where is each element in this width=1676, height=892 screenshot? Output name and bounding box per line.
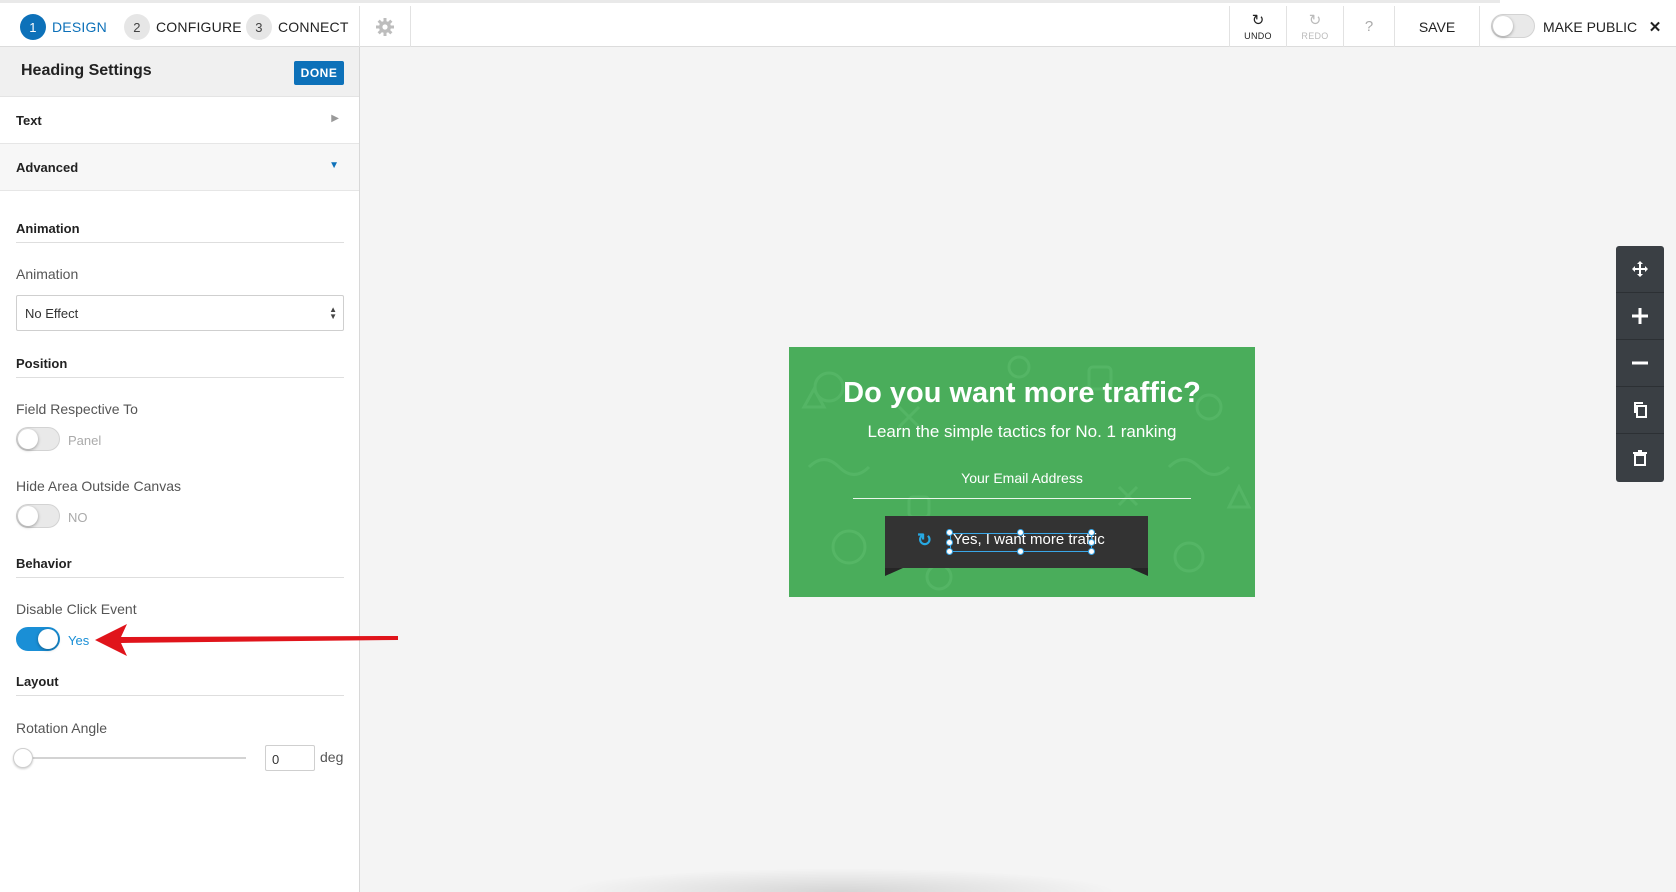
- accordion-text[interactable]: Text ▶: [0, 97, 359, 144]
- done-button[interactable]: DONE: [294, 61, 344, 85]
- move-icon: [1632, 261, 1648, 277]
- annotation-arrow-icon: [95, 624, 398, 656]
- step-label: CONFIGURE: [156, 19, 242, 35]
- duplicate-icon: [1634, 402, 1647, 418]
- section-divider: [16, 242, 344, 243]
- toggle-knob: [18, 506, 38, 526]
- field-respective-toggle[interactable]: [16, 427, 60, 451]
- optin-form-preview[interactable]: Do you want more traffic? Learn the simp…: [789, 347, 1255, 597]
- refresh-icon: ↻: [917, 530, 933, 550]
- ribbon-tail-left: [885, 568, 903, 576]
- resize-handle[interactable]: [1088, 539, 1095, 546]
- optin-subheading[interactable]: Learn the simple tactics for No. 1 ranki…: [789, 422, 1255, 442]
- disable-click-label: Disable Click Event: [16, 601, 137, 617]
- top-border-strip: [0, 0, 1500, 3]
- section-title-behavior: Behavior: [16, 556, 72, 571]
- toggle-knob: [38, 629, 58, 649]
- step-number: 1: [20, 14, 46, 40]
- toolbar-divider: [1479, 6, 1480, 47]
- animation-label: Animation: [16, 266, 79, 282]
- rotation-unit: deg: [320, 749, 344, 765]
- minus-icon: [1632, 361, 1648, 365]
- step-connect[interactable]: 3 CONNECT: [246, 14, 349, 40]
- animation-select[interactable]: No Effect ▲ ▼: [16, 295, 344, 331]
- section-title-layout: Layout: [16, 674, 59, 689]
- delete-button[interactable]: [1616, 434, 1664, 481]
- hide-area-value: NO: [68, 510, 88, 525]
- redo-icon: ↻: [1308, 11, 1322, 29]
- element-tools: [1616, 246, 1664, 482]
- panel-title: Heading Settings: [21, 62, 152, 79]
- settings-button[interactable]: [360, 6, 410, 47]
- section-divider: [16, 695, 344, 696]
- resize-handle[interactable]: [946, 548, 953, 555]
- disable-click-toggle[interactable]: [16, 627, 60, 651]
- canvas-shadow: [560, 868, 1120, 892]
- toolbar-divider: [410, 6, 411, 47]
- help-icon: ?: [1364, 18, 1374, 35]
- section-title-position: Position: [16, 356, 68, 371]
- make-public-label: MAKE PUBLIC: [1543, 19, 1638, 35]
- help-button[interactable]: ?: [1344, 6, 1394, 47]
- duplicate-button[interactable]: [1616, 387, 1664, 434]
- move-button[interactable]: [1616, 246, 1664, 293]
- step-label: CONNECT: [278, 19, 349, 35]
- toggle-knob: [18, 429, 38, 449]
- hide-area-toggle[interactable]: [16, 504, 60, 528]
- close-button[interactable]: ✕: [1640, 6, 1670, 47]
- plus-icon: [1632, 308, 1648, 324]
- resize-handle[interactable]: [1017, 529, 1024, 536]
- resize-handle[interactable]: [1088, 529, 1095, 536]
- accordion-advanced[interactable]: Advanced ▼: [0, 144, 359, 191]
- undo-label: UNDO: [1244, 30, 1272, 41]
- field-respective-value: Panel: [68, 433, 102, 448]
- rotation-slider-handle[interactable]: [13, 748, 33, 768]
- close-icon: ✕: [1648, 18, 1662, 36]
- rotation-input-value: 0: [272, 752, 280, 767]
- section-title-animation: Animation: [16, 221, 80, 236]
- field-respective-label: Field Respective To: [16, 401, 138, 417]
- panel-header: Heading Settings DONE: [0, 47, 359, 97]
- disable-click-value: Yes: [68, 633, 90, 648]
- save-label: SAVE: [1418, 18, 1456, 35]
- heading-settings-panel: Heading Settings DONE Text ▶ Advanced ▼ …: [0, 47, 360, 892]
- accordion-label: Text: [16, 113, 42, 128]
- resize-handle[interactable]: [946, 529, 953, 536]
- resize-handle[interactable]: [1017, 548, 1024, 555]
- gear-icon: [376, 17, 394, 36]
- email-field[interactable]: Your Email Address: [853, 461, 1191, 499]
- ribbon-tail-right: [1130, 568, 1148, 576]
- select-caret-icon: ▲ ▼: [329, 305, 337, 321]
- make-public-toggle[interactable]: [1491, 14, 1535, 38]
- caret-right-icon: ▶: [331, 113, 339, 124]
- save-button[interactable]: SAVE: [1395, 6, 1479, 47]
- resize-handle[interactable]: [946, 539, 953, 546]
- redo-button[interactable]: ↻ REDO: [1287, 6, 1343, 47]
- step-number: 3: [246, 14, 272, 40]
- trash-icon: [1633, 449, 1647, 466]
- top-toolbar: 1 DESIGN 2 CONFIGURE 3 CONNECT ↻ UNDO ↻ …: [0, 0, 1676, 47]
- section-divider: [16, 577, 344, 578]
- rotation-label: Rotation Angle: [16, 720, 108, 736]
- step-label: DESIGN: [52, 19, 107, 35]
- zoom-out-button[interactable]: [1616, 340, 1664, 387]
- zoom-in-button[interactable]: [1616, 293, 1664, 340]
- caret-down-icon: ▼: [329, 160, 339, 171]
- redo-label: REDO: [1301, 30, 1329, 41]
- hide-area-label: Hide Area Outside Canvas: [16, 478, 181, 494]
- toggle-knob: [1493, 16, 1513, 36]
- rotation-slider-track[interactable]: [22, 757, 246, 759]
- step-configure[interactable]: 2 CONFIGURE: [124, 14, 242, 40]
- rotation-input[interactable]: 0: [265, 745, 315, 771]
- resize-handle[interactable]: [1088, 548, 1095, 555]
- animation-selected-value: No Effect: [25, 306, 79, 321]
- optin-heading[interactable]: Do you want more traffic?: [789, 377, 1255, 410]
- section-divider: [16, 377, 344, 378]
- step-number: 2: [124, 14, 150, 40]
- accordion-label: Advanced: [16, 160, 79, 175]
- undo-button[interactable]: ↻ UNDO: [1230, 6, 1286, 47]
- step-design[interactable]: 1 DESIGN: [20, 14, 107, 40]
- submit-button[interactable]: ↻ Yes, I want more traffic: [885, 516, 1148, 576]
- undo-icon: ↻: [1251, 11, 1265, 29]
